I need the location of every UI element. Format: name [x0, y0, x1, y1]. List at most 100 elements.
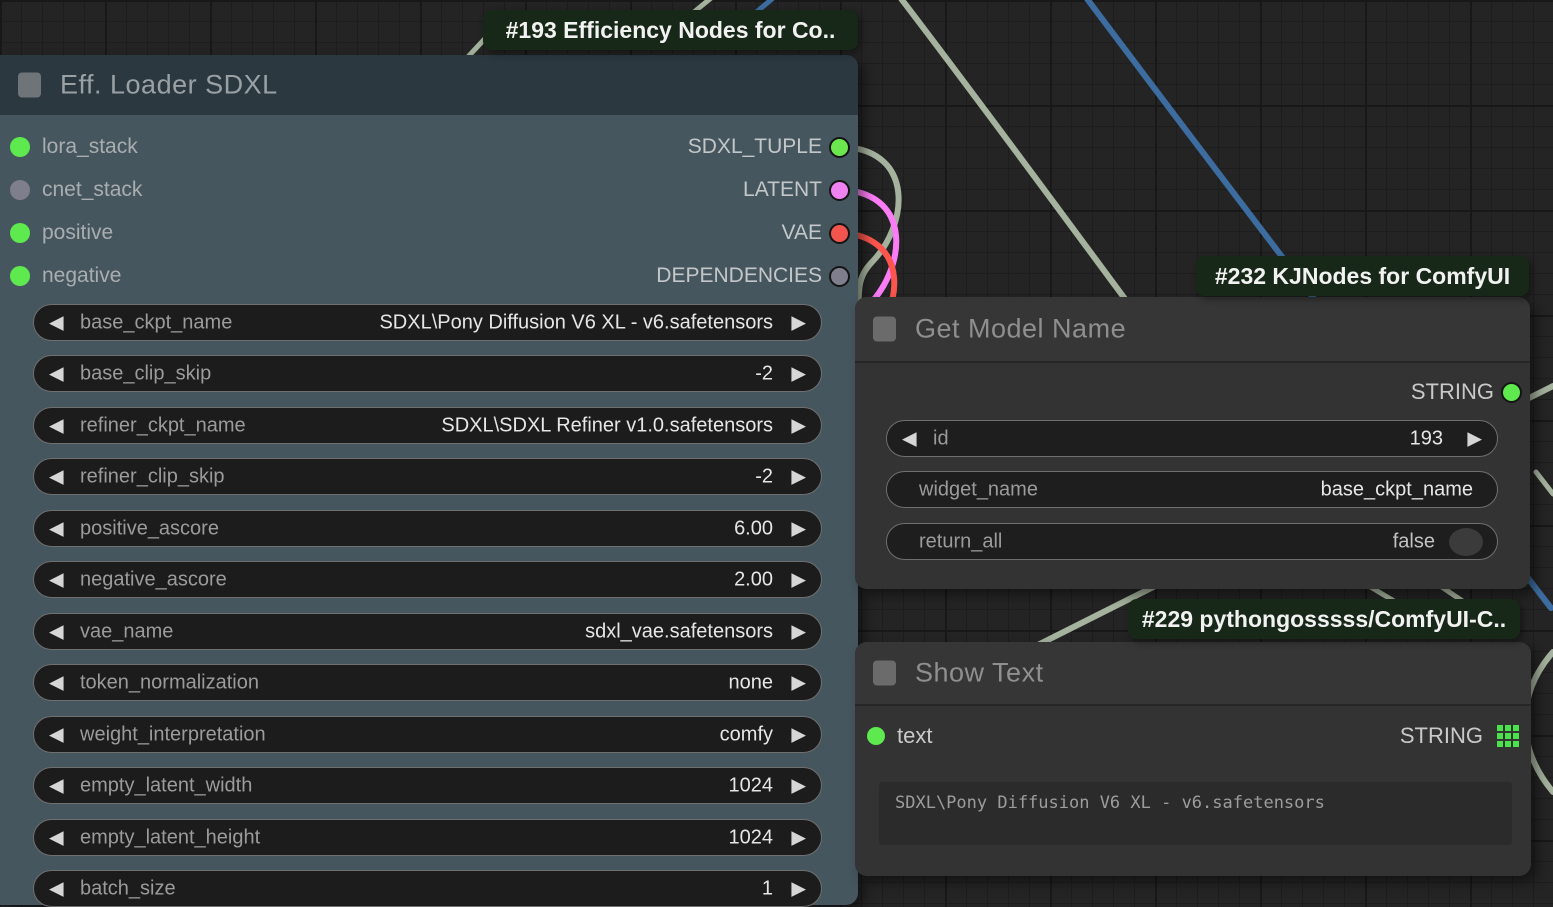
right-arrow-icon[interactable]: ▶ [791, 362, 806, 385]
left-arrow-icon[interactable]: ◀ [49, 465, 64, 488]
left-arrow-icon[interactable]: ◀ [49, 362, 64, 385]
multi-link-grid-icon[interactable] [1497, 725, 1519, 747]
input-port-negative[interactable]: negative [0, 261, 428, 291]
output-port-string[interactable]: STRING [1195, 721, 1531, 751]
input-port-text[interactable]: text [855, 721, 1191, 751]
widget-value: comfy [720, 723, 773, 746]
node-canvas[interactable]: { "canvas": {"bg": "#242424", "grid_line… [0, 0, 1553, 896]
node-titlebar[interactable]: Show Text [855, 642, 1531, 706]
text-display-value: SDXL\Pony Diffusion V6 XL - v6.safetenso… [895, 793, 1325, 813]
right-arrow-icon[interactable]: ▶ [791, 620, 806, 643]
right-arrow-icon[interactable]: ▶ [791, 774, 806, 797]
left-arrow-icon[interactable]: ◀ [49, 723, 64, 746]
collapse-icon[interactable] [873, 317, 896, 342]
left-arrow-icon[interactable]: ◀ [49, 311, 64, 334]
widget-label: empty_latent_height [80, 826, 260, 849]
node-badge-get-model-name: #232 KJNodes for ComfyUI [1196, 256, 1529, 296]
widget-positive-ascore[interactable]: ◀ positive_ascore 6.00 ▶ [33, 510, 822, 547]
port-label: text [897, 721, 932, 751]
right-arrow-icon[interactable]: ▶ [791, 311, 806, 334]
widget-value: -2 [755, 362, 773, 385]
widget-label: vae_name [80, 620, 173, 643]
widget-vae-name[interactable]: ◀ vae_name sdxl_vae.safetensors ▶ [33, 613, 822, 650]
widget-empty-latent-height[interactable]: ◀ empty_latent_height 1024 ▶ [33, 819, 822, 856]
left-arrow-icon[interactable]: ◀ [49, 671, 64, 694]
node-get-model-name[interactable]: Get Model Name STRING ◀ id 193 ▶ widget_… [855, 297, 1530, 589]
port-dot[interactable] [10, 223, 30, 243]
widget-base-ckpt-name[interactable]: ◀ base_ckpt_name SDXL\Pony Diffusion V6 … [33, 304, 822, 341]
left-arrow-icon[interactable]: ◀ [49, 774, 64, 797]
right-arrow-icon[interactable]: ▶ [791, 414, 806, 437]
widget-base-clip-skip[interactable]: ◀ base_clip_skip -2 ▶ [33, 355, 822, 392]
widget-value: 1 [762, 877, 773, 900]
left-arrow-icon[interactable]: ◀ [902, 427, 917, 450]
widget-refiner-clip-skip[interactable]: ◀ refiner_clip_skip -2 ▶ [33, 458, 822, 495]
widget-value: 2.00 [734, 568, 773, 591]
widget-return-all[interactable]: return_all false [886, 523, 1498, 560]
input-port-positive[interactable]: positive [0, 218, 428, 248]
port-dot[interactable] [10, 266, 30, 286]
output-port-vae[interactable]: VAE [430, 218, 858, 248]
right-arrow-icon[interactable]: ▶ [791, 723, 806, 746]
output-port-latent[interactable]: LATENT [430, 175, 858, 205]
node-title: Get Model Name [915, 314, 1126, 345]
widget-empty-latent-width[interactable]: ◀ empty_latent_width 1024 ▶ [33, 767, 822, 804]
input-port-lora-stack[interactable]: lora_stack [0, 132, 428, 162]
widget-id[interactable]: ◀ id 193 ▶ [886, 420, 1498, 457]
widget-label: return_all [919, 530, 1002, 553]
widget-label: batch_size [80, 877, 176, 900]
widget-value: SDXL\SDXL Refiner v1.0.safetensors [441, 414, 773, 437]
widget-label: empty_latent_width [80, 774, 252, 797]
left-arrow-icon[interactable]: ◀ [49, 568, 64, 591]
widget-value: base_ckpt_name [1321, 478, 1473, 501]
right-arrow-icon[interactable]: ▶ [791, 465, 806, 488]
widget-negative-ascore[interactable]: ◀ negative_ascore 2.00 ▶ [33, 561, 822, 598]
port-dot[interactable] [829, 180, 850, 201]
port-dot[interactable] [10, 137, 30, 157]
port-label: negative [42, 261, 121, 291]
node-show-text[interactable]: Show Text text STRING SDXL\Pony Diffusio… [855, 642, 1531, 876]
widget-value: false [1393, 530, 1435, 553]
port-dot[interactable] [867, 727, 885, 745]
left-arrow-icon[interactable]: ◀ [49, 414, 64, 437]
widget-refiner-ckpt-name[interactable]: ◀ refiner_ckpt_name SDXL\SDXL Refiner v1… [33, 407, 822, 444]
node-eff-loader-sdxl[interactable]: Eff. Loader SDXL lora_stack cnet_stack p… [0, 55, 858, 905]
link-sage-long[interactable] [896, 0, 1128, 303]
widget-label: base_ckpt_name [80, 311, 232, 334]
right-arrow-icon[interactable]: ▶ [791, 877, 806, 900]
toggle-knob[interactable] [1449, 528, 1483, 556]
port-label: lora_stack [42, 132, 138, 162]
right-arrow-icon[interactable]: ▶ [791, 517, 806, 540]
left-arrow-icon[interactable]: ◀ [49, 826, 64, 849]
collapse-icon[interactable] [18, 73, 41, 98]
collapse-icon[interactable] [873, 661, 896, 686]
output-port-dependencies[interactable]: DEPENDENCIES [430, 261, 858, 291]
widget-label: refiner_clip_skip [80, 465, 225, 488]
port-dot[interactable] [829, 137, 850, 158]
left-arrow-icon[interactable]: ◀ [49, 517, 64, 540]
right-arrow-icon[interactable]: ▶ [791, 568, 806, 591]
right-arrow-icon[interactable]: ▶ [1467, 427, 1482, 450]
port-dot[interactable] [10, 180, 30, 200]
left-arrow-icon[interactable]: ◀ [49, 877, 64, 900]
widget-token-normalization[interactable]: ◀ token_normalization none ▶ [33, 664, 822, 701]
port-label: SDXL_TUPLE [688, 132, 822, 162]
node-titlebar[interactable]: Eff. Loader SDXL [0, 55, 858, 115]
output-port-sdxl-tuple[interactable]: SDXL_TUPLE [430, 132, 858, 162]
port-dot[interactable] [829, 223, 850, 244]
output-port-string[interactable]: STRING [1155, 377, 1530, 407]
left-arrow-icon[interactable]: ◀ [49, 620, 64, 643]
port-label: STRING [1411, 377, 1494, 407]
text-display-area[interactable]: SDXL\Pony Diffusion V6 XL - v6.safetenso… [879, 782, 1512, 845]
widget-batch-size[interactable]: ◀ batch_size 1 ▶ [33, 870, 822, 907]
input-port-cnet-stack[interactable]: cnet_stack [0, 175, 428, 205]
right-arrow-icon[interactable]: ▶ [791, 671, 806, 694]
widget-weight-interpretation[interactable]: ◀ weight_interpretation comfy ▶ [33, 716, 822, 753]
port-dot[interactable] [829, 266, 850, 287]
widget-value: 193 [1410, 427, 1443, 450]
widget-value: 1024 [729, 774, 774, 797]
node-titlebar[interactable]: Get Model Name [855, 297, 1530, 363]
right-arrow-icon[interactable]: ▶ [791, 826, 806, 849]
widget-widget-name[interactable]: widget_name base_ckpt_name [886, 471, 1498, 508]
port-dot[interactable] [1501, 382, 1522, 403]
